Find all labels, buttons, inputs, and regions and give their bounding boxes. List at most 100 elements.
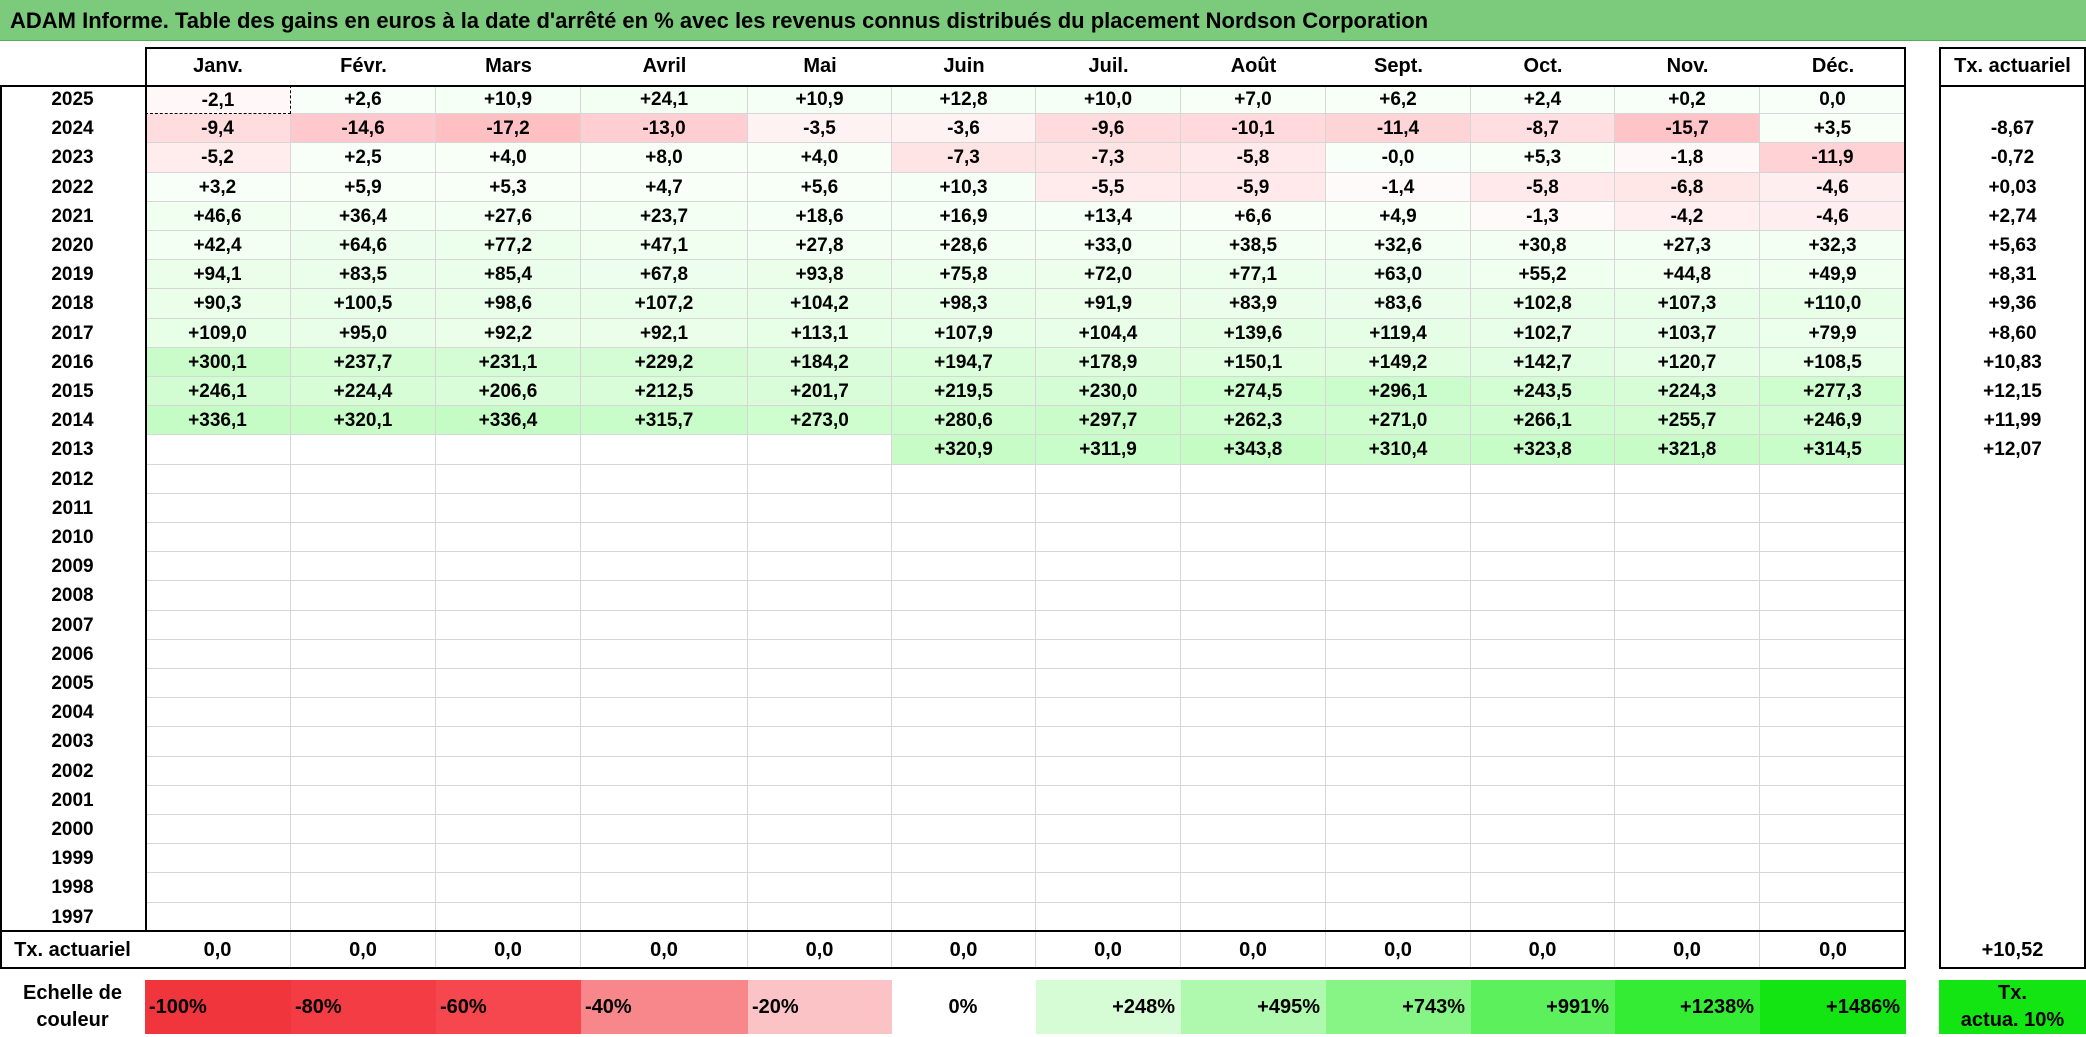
gain-cell	[1471, 464, 1615, 494]
gain-cell: +95,0	[291, 318, 436, 348]
year-label: 2012	[51, 468, 94, 490]
gain-cell	[1181, 844, 1326, 874]
footer-value: 0,0	[1326, 932, 1471, 968]
gain-cell	[1471, 669, 1615, 699]
year-label: 2019	[51, 264, 94, 286]
year-label: 2007	[51, 614, 94, 636]
gain-cell: +83,6	[1326, 289, 1471, 319]
gain-cell	[1326, 581, 1471, 611]
gain-cell: +3,5	[1760, 114, 1906, 144]
gain-cell	[581, 435, 748, 465]
gain-cell: +224,3	[1615, 377, 1760, 407]
gain-cell	[748, 873, 892, 903]
gain-cell	[1181, 902, 1326, 932]
gain-cell: +107,2	[581, 289, 748, 319]
gain-cell: +13,4	[1036, 201, 1181, 231]
gain-cell: +113,1	[748, 318, 892, 348]
gain-cell	[748, 639, 892, 669]
year-label: 2022	[51, 176, 94, 198]
rate-cell	[1939, 727, 2086, 756]
year-label: 2020	[51, 235, 94, 256]
gain-cell: +300,1	[145, 347, 291, 377]
gain-cell	[892, 552, 1036, 582]
gain-cell	[892, 581, 1036, 611]
gain-cell	[1036, 785, 1181, 815]
gain-cell	[436, 464, 581, 494]
year-label: 2025	[51, 89, 94, 110]
month-header: Oct.	[1523, 55, 1563, 77]
gain-cell	[436, 873, 581, 903]
gain-cell	[436, 815, 581, 845]
gain-cell	[291, 727, 436, 757]
gain-cell	[581, 902, 748, 932]
year-label: 2005	[51, 673, 94, 694]
gain-cell: +343,8	[1181, 435, 1326, 465]
gain-cell	[1181, 873, 1326, 903]
gain-cell	[291, 493, 436, 523]
gain-cell: +85,4	[436, 260, 581, 290]
rate-cell: +11,99	[1983, 410, 2042, 432]
gain-cell	[581, 844, 748, 874]
legend-rate-line2: actua. 10%	[1960, 1009, 2065, 1031]
gain-cell: +320,9	[892, 435, 1036, 465]
rate-cell: +10,83	[1983, 351, 2042, 373]
gain-cell	[436, 523, 581, 553]
gain-cell	[1181, 698, 1326, 728]
gain-cell: +64,6	[291, 231, 436, 261]
legend-step: -80%	[291, 980, 436, 1034]
gain-cell: +336,4	[436, 406, 581, 436]
legend-step: -60%	[436, 980, 581, 1034]
gain-cell	[1036, 727, 1181, 757]
legend-label: Echelle de couleur	[0, 980, 145, 1034]
gain-cell: +49,9	[1760, 260, 1906, 290]
year-label: 2006	[51, 643, 94, 665]
gain-cell	[1615, 873, 1760, 903]
gain-cell: +277,3	[1760, 377, 1906, 407]
gain-cell	[1181, 785, 1326, 815]
gain-cell	[436, 844, 581, 874]
gain-cell	[1181, 610, 1326, 640]
gain-cell	[291, 639, 436, 669]
rate-cell	[1939, 523, 2086, 552]
gain-cell	[1326, 698, 1471, 728]
legend-step: -40%	[581, 980, 748, 1034]
year-label: 2011	[51, 497, 94, 519]
month-header: Janv.	[193, 55, 243, 77]
gain-cell	[892, 669, 1036, 699]
gain-cell: +2,6	[291, 85, 436, 115]
gain-cell	[1326, 785, 1471, 815]
year-label: 2009	[51, 556, 94, 578]
rate-cell: +5,63	[1988, 235, 2037, 256]
gain-cell: -17,2	[436, 114, 581, 144]
month-header: Sept.	[1374, 55, 1423, 77]
gain-cell: +273,0	[748, 406, 892, 436]
gain-cell: +16,9	[892, 201, 1036, 231]
gain-cell	[892, 698, 1036, 728]
gain-cell	[1326, 902, 1471, 932]
rate-header: Tx. actuariel	[1954, 55, 2071, 77]
gain-cell: +296,1	[1326, 377, 1471, 407]
gain-cell: +33,0	[1036, 231, 1181, 261]
gain-cell	[1615, 756, 1760, 786]
gain-cell: +4,7	[581, 172, 748, 202]
rate-cell: +12,15	[1983, 381, 2042, 402]
year-label: 2003	[51, 731, 94, 753]
gain-cell	[581, 552, 748, 582]
rate-cell	[1939, 903, 2086, 932]
gain-cell: -13,0	[581, 114, 748, 144]
gain-cell: +47,1	[581, 231, 748, 261]
gain-cell	[1615, 639, 1760, 669]
gain-cell	[1760, 756, 1906, 786]
gain-cell	[291, 581, 436, 611]
gain-cell	[1326, 610, 1471, 640]
gain-cell: +55,2	[1471, 260, 1615, 290]
gain-cell: -3,5	[748, 114, 892, 144]
gain-cell	[1615, 523, 1760, 553]
gain-cell	[1326, 523, 1471, 553]
gain-cell	[748, 552, 892, 582]
year-label: 2023	[51, 147, 94, 169]
year-label: 2015	[51, 381, 94, 402]
gain-cell	[748, 523, 892, 553]
gain-cell: +224,4	[291, 377, 436, 407]
year-label: 2018	[51, 293, 94, 315]
